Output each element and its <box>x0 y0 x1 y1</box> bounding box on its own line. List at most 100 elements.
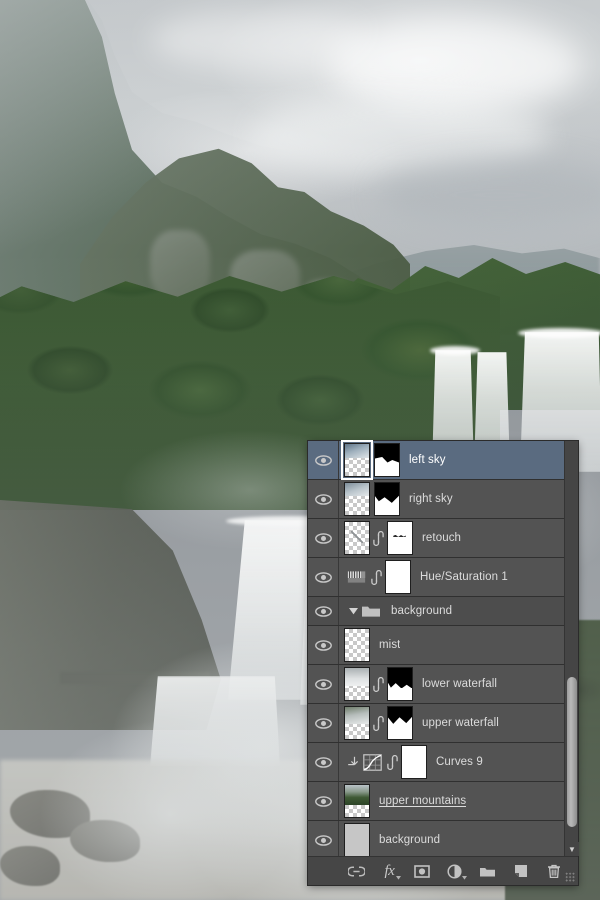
layer-thumbnail[interactable] <box>344 667 370 701</box>
layer-mask-thumbnail[interactable] <box>387 521 413 555</box>
layer-thumbnail[interactable] <box>341 440 373 480</box>
eye-icon <box>314 532 332 544</box>
layer-style-button[interactable]: fx <box>381 861 401 881</box>
mask-link-icon[interactable] <box>372 706 385 740</box>
eye-icon <box>314 605 332 617</box>
layer-row[interactable]: upper mountains <box>308 782 564 821</box>
layer-mask-thumbnail[interactable] <box>374 482 400 516</box>
layer-name[interactable]: upper mountains <box>379 795 466 807</box>
layer-visibility-toggle[interactable] <box>308 480 339 518</box>
layer-visibility-toggle[interactable] <box>308 626 339 664</box>
layer-mask-thumbnail[interactable] <box>374 443 400 477</box>
layer-row-content[interactable]: Hue/Saturation 1 <box>339 560 564 594</box>
layer-thumbnail[interactable] <box>344 482 370 516</box>
layer-name[interactable]: left sky <box>409 454 446 466</box>
layer-visibility-toggle[interactable] <box>308 821 339 859</box>
link-layers-button[interactable] <box>348 861 365 881</box>
layer-row-content[interactable]: right sky <box>339 482 564 516</box>
adjustment-icon <box>447 863 463 879</box>
adjustment-thumbnail[interactable] <box>360 745 384 779</box>
mask-link-icon[interactable] <box>372 521 385 555</box>
layer-mask-wrapper[interactable] <box>401 745 427 779</box>
add-layer-mask-button[interactable] <box>414 861 431 881</box>
layer-row-content[interactable]: retouch <box>339 521 564 555</box>
layer-visibility-toggle[interactable] <box>308 782 339 820</box>
layer-name[interactable]: background <box>379 834 440 846</box>
layer-name[interactable]: upper waterfall <box>422 717 499 729</box>
eye-icon <box>314 756 332 768</box>
trash-icon <box>547 864 560 878</box>
layer-mask-wrapper[interactable] <box>387 667 413 701</box>
scroll-down-arrow[interactable]: ▼ <box>565 842 579 856</box>
layers-panel[interactable]: left sky right sky retouch Hue/Saturation 1… <box>308 440 579 885</box>
layer-row-content[interactable]: left sky <box>339 440 564 480</box>
layer-mask-wrapper[interactable] <box>374 482 400 516</box>
scrollbar-thumb[interactable] <box>567 677 577 827</box>
layer-name[interactable]: right sky <box>409 493 453 505</box>
layer-name[interactable]: background <box>391 605 452 617</box>
layer-mask-wrapper[interactable] <box>387 706 413 740</box>
layer-row[interactable]: left sky <box>308 440 564 480</box>
eye-icon <box>314 571 332 583</box>
layer-thumbnail[interactable] <box>344 521 370 555</box>
layer-name[interactable]: mist <box>379 639 400 651</box>
mask-link-icon[interactable] <box>372 667 385 701</box>
layer-row[interactable]: Curves 9 <box>308 743 564 782</box>
layer-thumbnail[interactable] <box>344 784 370 818</box>
layer-mask-thumbnail[interactable] <box>387 706 413 740</box>
layer-thumbnail[interactable] <box>344 628 370 662</box>
layer-row[interactable]: mist <box>308 626 564 665</box>
layer-row[interactable]: right sky <box>308 480 564 519</box>
layer-visibility-toggle[interactable] <box>308 665 339 703</box>
layer-name[interactable]: Hue/Saturation 1 <box>420 571 508 583</box>
layer-name[interactable]: retouch <box>422 532 461 544</box>
layer-row[interactable]: upper waterfall <box>308 704 564 743</box>
layer-visibility-toggle[interactable] <box>308 441 339 479</box>
layer-name[interactable]: lower waterfall <box>422 678 497 690</box>
eye-icon <box>314 639 332 651</box>
layer-row-content[interactable]: mist <box>339 628 564 662</box>
layer-mask-thumbnail[interactable] <box>385 560 411 594</box>
vertical-scrollbar[interactable]: ▼ <box>564 441 579 856</box>
layer-mask-wrapper[interactable] <box>374 443 400 477</box>
chevron-down-icon <box>395 876 401 880</box>
layer-row-content[interactable]: lower waterfall <box>339 667 564 701</box>
layer-mask-thumbnail[interactable] <box>387 667 413 701</box>
layer-thumbnail[interactable] <box>344 823 370 857</box>
layers-bottom-toolbar[interactable]: fx <box>308 856 578 885</box>
layer-row-content[interactable]: upper mountains <box>339 784 564 818</box>
layer-row-content[interactable]: upper waterfall <box>339 706 564 740</box>
layer-visibility-toggle[interactable] <box>308 519 339 557</box>
eye-icon <box>314 834 332 846</box>
layer-visibility-toggle[interactable] <box>308 743 339 781</box>
layer-visibility-toggle[interactable] <box>308 558 339 596</box>
new-layer-button[interactable] <box>512 861 529 881</box>
disclosure-triangle[interactable] <box>346 607 360 615</box>
layer-row[interactable]: retouch <box>308 519 564 558</box>
layer-row[interactable]: background <box>308 597 564 626</box>
layer-thumbnail[interactable] <box>344 706 370 740</box>
layer-row[interactable]: background <box>308 821 564 860</box>
eye-icon <box>314 454 332 466</box>
mask-link-icon[interactable] <box>386 745 399 779</box>
layer-row-content[interactable]: background <box>339 823 564 857</box>
mask-link-icon[interactable] <box>370 560 383 594</box>
new-group-button[interactable] <box>479 861 496 881</box>
layer-mask-thumbnail[interactable] <box>401 745 427 779</box>
layer-row[interactable]: Hue/Saturation 1 <box>308 558 564 597</box>
layer-row-content[interactable]: Curves 9 <box>339 745 564 779</box>
layer-row[interactable]: lower waterfall <box>308 665 564 704</box>
new-adjustment-layer-button[interactable] <box>447 861 468 881</box>
delete-layer-button[interactable] <box>545 861 562 881</box>
resize-grip[interactable] <box>565 872 575 882</box>
layer-mask-wrapper[interactable] <box>385 560 411 594</box>
layer-mask-wrapper[interactable] <box>387 521 413 555</box>
link-icon <box>371 569 382 585</box>
adjustment-thumbnail[interactable] <box>344 560 368 594</box>
eye-icon <box>314 717 332 729</box>
layer-visibility-toggle[interactable] <box>308 597 339 625</box>
layer-row-content[interactable]: background <box>339 604 564 618</box>
layer-visibility-toggle[interactable] <box>308 704 339 742</box>
layer-name[interactable]: Curves 9 <box>436 756 483 768</box>
layers-list[interactable]: left sky right sky retouch Hue/Saturation 1… <box>308 440 564 860</box>
